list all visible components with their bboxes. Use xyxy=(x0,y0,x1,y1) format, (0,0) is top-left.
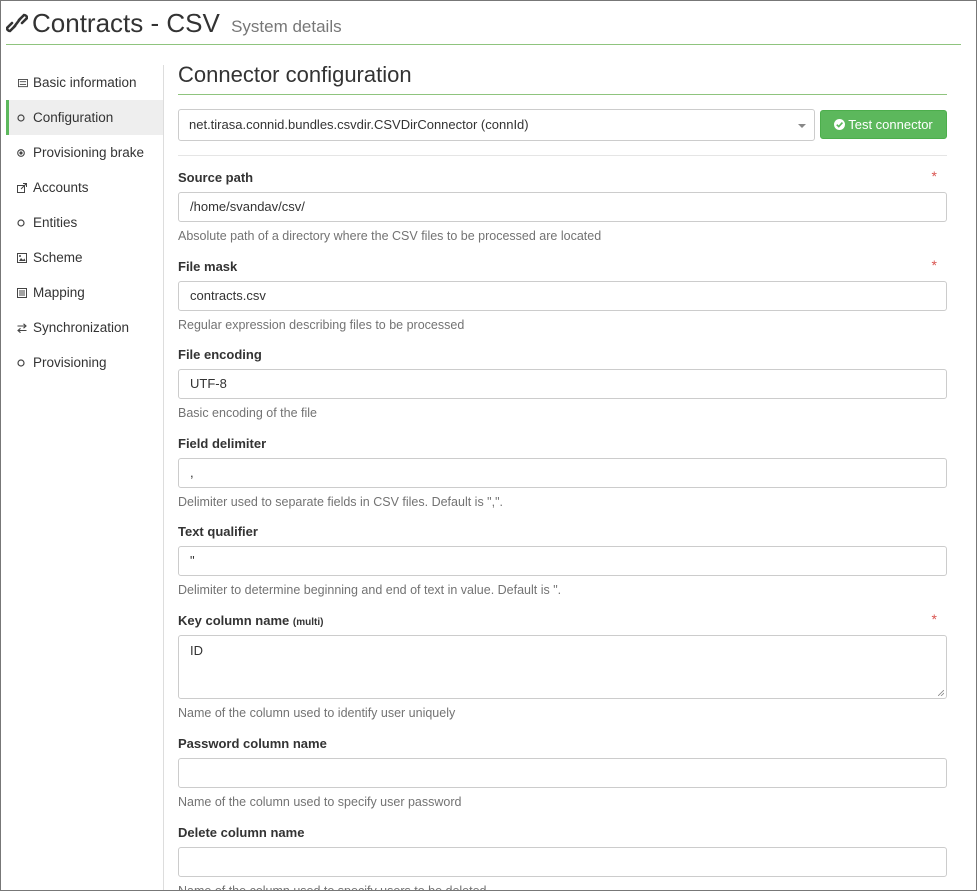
sidebar-item-label: Scheme xyxy=(33,250,83,265)
sidebar-item-provisioning-brake[interactable]: Provisioning brake xyxy=(6,135,163,170)
sidebar-item-mapping[interactable]: Mapping xyxy=(6,275,163,310)
connector-row: net.tirasa.connid.bundles.csvdir.CSVDirC… xyxy=(178,109,947,155)
field-label: Source path xyxy=(178,170,254,185)
record-icon xyxy=(17,149,25,157)
field-label: Key column name (multi) xyxy=(178,611,947,631)
field-file-encoding: File encoding UTF-8 Basic encoding of th… xyxy=(178,345,947,422)
field-label: Delete column name xyxy=(178,825,305,840)
field-password-column-name: Password column name Name of the column … xyxy=(178,734,947,811)
sidebar-item-label: Configuration xyxy=(33,110,114,125)
page-title: Contracts - CSV System details xyxy=(32,8,342,39)
sidebar-item-label: Basic information xyxy=(33,75,137,90)
field-help: Regular expression describing files to b… xyxy=(178,318,465,332)
sidebar-item-accounts[interactable]: Accounts xyxy=(6,170,163,205)
transfer-icon xyxy=(17,323,27,333)
resize-handle-icon[interactable] xyxy=(938,690,944,696)
sidebar-item-synchronization[interactable]: Synchronization xyxy=(6,310,163,345)
field-help: Name of the column used to specify user … xyxy=(178,795,462,809)
app-frame: Contracts - CSV System details Basic inf… xyxy=(0,0,977,891)
sidebar-item-configuration[interactable]: Configuration xyxy=(6,100,163,135)
field-label-text: Key column name xyxy=(178,613,290,628)
file-mask-input[interactable]: contracts.csv xyxy=(178,281,947,311)
field-source-path: Source path * /home/svandav/csv/ Absolut… xyxy=(178,168,947,245)
sidebar-item-label: Accounts xyxy=(33,180,89,195)
field-label: Password column name xyxy=(178,736,327,751)
sidebar-item-label: Provisioning brake xyxy=(33,145,145,160)
textarea-value: ID xyxy=(190,643,203,658)
circle-icon xyxy=(17,219,25,227)
field-label: File mask xyxy=(178,259,238,274)
sidebar: Basic information Configuration Provisio… xyxy=(6,65,164,890)
field-help: Delimiter used to separate fields in CSV… xyxy=(178,495,503,509)
connector-select-value: net.tirasa.connid.bundles.csvdir.CSVDirC… xyxy=(189,117,529,132)
key-column-textarea[interactable]: ID xyxy=(178,635,947,699)
link-icon xyxy=(6,13,28,33)
connector-select[interactable]: net.tirasa.connid.bundles.csvdir.CSVDirC… xyxy=(178,109,815,141)
sidebar-item-label: Mapping xyxy=(33,285,85,300)
delete-column-input[interactable] xyxy=(178,847,947,877)
caret-down-icon xyxy=(798,124,806,128)
sidebar-item-label: Provisioning xyxy=(33,355,107,370)
list-icon xyxy=(18,79,28,88)
section-title: Connector configuration xyxy=(178,59,947,95)
sidebar-item-provisioning[interactable]: Provisioning xyxy=(6,345,163,380)
page-header: Contracts - CSV System details xyxy=(6,1,961,45)
field-label: File encoding xyxy=(178,347,262,362)
password-column-input[interactable] xyxy=(178,758,947,788)
required-marker: * xyxy=(931,168,937,184)
test-connector-button[interactable]: Test connector xyxy=(820,110,947,139)
field-text-qualifier: Text qualifier " Delimiter to determine … xyxy=(178,522,947,599)
field-label: Text qualifier xyxy=(178,524,258,539)
picture-icon xyxy=(17,253,27,263)
field-field-delimiter: Field delimiter , Delimiter used to sepa… xyxy=(178,434,947,511)
text-qualifier-input[interactable]: " xyxy=(178,546,947,576)
sidebar-item-basic-information[interactable]: Basic information xyxy=(6,65,163,100)
circle-icon xyxy=(17,114,25,122)
circle-icon xyxy=(17,359,25,367)
ok-circle-icon xyxy=(834,119,846,130)
sidebar-item-label: Entities xyxy=(33,215,78,230)
field-file-mask: File mask * contracts.csv Regular expres… xyxy=(178,257,947,334)
test-connector-label: Test connector xyxy=(848,117,933,132)
field-help: Name of the column used to identify user… xyxy=(178,706,456,720)
source-path-input[interactable]: /home/svandav/csv/ xyxy=(178,192,947,222)
field-key-column-name: Key column name (multi) * ID Name of the… xyxy=(178,611,947,722)
sidebar-item-entities[interactable]: Entities xyxy=(6,205,163,240)
divider xyxy=(178,155,947,156)
field-label: Field delimiter xyxy=(178,436,267,451)
field-delimiter-input[interactable]: , xyxy=(178,458,947,488)
field-help: Basic encoding of the file xyxy=(178,406,317,420)
multi-suffix: (multi) xyxy=(292,617,324,628)
system-name: Contracts - CSV xyxy=(32,8,220,38)
external-link-icon xyxy=(17,183,27,193)
field-help: Absolute path of a directory where the C… xyxy=(178,229,602,243)
sidebar-item-scheme[interactable]: Scheme xyxy=(6,240,163,275)
page-subtitle: System details xyxy=(231,17,342,36)
field-delete-column-name: Delete column name Name of the column us… xyxy=(178,823,947,891)
main-content: Connector configuration net.tirasa.conni… xyxy=(178,59,947,891)
required-marker: * xyxy=(931,611,937,627)
required-marker: * xyxy=(931,257,937,273)
field-help: Name of the column used to specify users… xyxy=(178,884,487,891)
sidebar-item-label: Synchronization xyxy=(33,320,130,335)
file-encoding-input[interactable]: UTF-8 xyxy=(178,369,947,399)
field-help: Delimiter to determine beginning and end… xyxy=(178,583,562,597)
list-alt-icon xyxy=(17,288,27,298)
